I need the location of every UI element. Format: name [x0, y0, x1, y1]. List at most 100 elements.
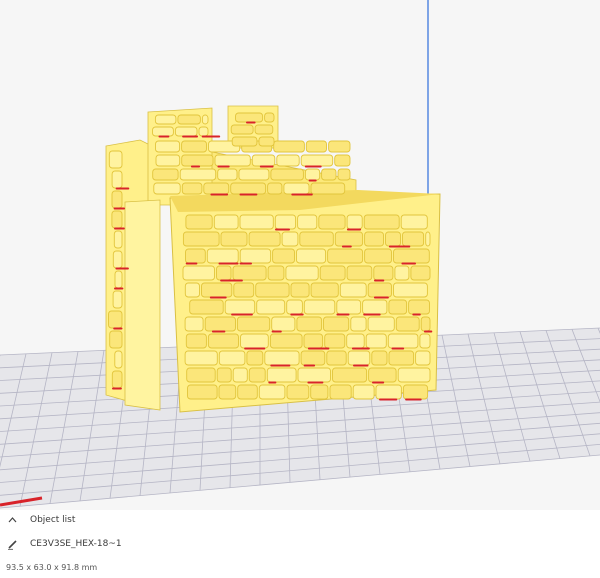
stone	[299, 231, 334, 247]
object-name: CE3V3SE_HEX-18~1	[30, 539, 122, 549]
stone	[328, 140, 351, 153]
stone	[286, 299, 303, 315]
stone	[352, 384, 375, 400]
stone	[419, 333, 431, 349]
stone	[236, 316, 271, 332]
stone	[400, 214, 428, 230]
stone	[185, 333, 207, 349]
stone	[290, 282, 310, 298]
stone	[152, 168, 179, 181]
stone	[258, 136, 275, 147]
stone	[300, 154, 334, 167]
stone	[185, 214, 213, 230]
stone	[321, 168, 337, 181]
stone	[216, 265, 232, 281]
stone	[327, 248, 364, 264]
object-list-item[interactable]: CE3V3SE_HEX-18~1	[6, 538, 122, 550]
stone	[336, 299, 362, 315]
stone	[319, 265, 346, 281]
stone	[240, 333, 269, 349]
stone	[408, 299, 430, 315]
stone	[318, 214, 346, 230]
stone	[283, 182, 310, 195]
stone	[181, 154, 214, 167]
stone	[207, 333, 239, 349]
stone	[388, 350, 415, 366]
stone	[281, 231, 299, 247]
stone	[182, 231, 220, 247]
stone	[332, 367, 368, 383]
stone	[304, 168, 321, 181]
stone	[324, 333, 346, 349]
stone	[258, 384, 286, 400]
stone	[402, 384, 429, 400]
stone	[184, 282, 200, 298]
stone	[112, 250, 123, 269]
viewport-canvas[interactable]	[0, 0, 600, 510]
stone	[218, 384, 237, 400]
stone	[187, 384, 218, 400]
stone	[177, 114, 201, 125]
stone	[184, 316, 204, 332]
stone	[264, 112, 275, 123]
stone	[337, 168, 351, 181]
stone	[425, 231, 431, 247]
stone	[232, 265, 267, 281]
stone	[393, 248, 430, 264]
stone	[248, 231, 281, 247]
stone	[206, 248, 239, 264]
stone	[364, 231, 384, 247]
stone	[111, 210, 123, 229]
stone	[387, 333, 419, 349]
stone	[111, 170, 123, 189]
model-column	[124, 199, 161, 411]
stone	[393, 282, 428, 298]
stone	[108, 150, 123, 169]
wall-model[interactable]	[105, 105, 441, 413]
stone	[216, 367, 232, 383]
stone	[214, 154, 251, 167]
stone	[254, 124, 274, 135]
stone	[367, 282, 392, 298]
stone	[323, 316, 350, 332]
3d-viewport[interactable]	[0, 0, 600, 510]
object-dimensions-row: 93.5 x 63.0 x 91.8 mm	[6, 563, 97, 572]
stone	[181, 182, 203, 195]
stone	[388, 299, 408, 315]
object-list-header[interactable]: Object list	[6, 514, 75, 526]
stone	[213, 214, 239, 230]
stone	[218, 350, 246, 366]
stone	[174, 126, 198, 137]
stone	[231, 136, 258, 147]
stone	[300, 350, 326, 366]
stone	[367, 316, 395, 332]
stone	[415, 350, 431, 366]
stone	[246, 350, 264, 366]
stone	[410, 265, 431, 281]
chevron-up-icon[interactable]	[6, 514, 18, 526]
stone	[297, 367, 331, 383]
stone	[114, 350, 123, 369]
stone	[201, 114, 209, 125]
stone	[198, 126, 209, 137]
stone	[373, 265, 394, 281]
stone	[109, 330, 123, 349]
stone	[334, 154, 351, 167]
stone	[256, 299, 286, 315]
stone	[239, 214, 274, 230]
stone	[113, 230, 123, 249]
stone	[179, 168, 217, 181]
stone	[385, 231, 401, 247]
stone	[239, 248, 272, 264]
stone	[155, 140, 181, 153]
stone	[230, 182, 267, 195]
stone	[394, 265, 410, 281]
stone	[232, 367, 248, 383]
stone	[230, 124, 254, 135]
pencil-icon[interactable]	[6, 538, 18, 550]
stone	[233, 282, 255, 298]
stone	[267, 182, 283, 195]
stone	[271, 316, 296, 332]
stone	[111, 370, 123, 389]
stone	[217, 168, 238, 181]
